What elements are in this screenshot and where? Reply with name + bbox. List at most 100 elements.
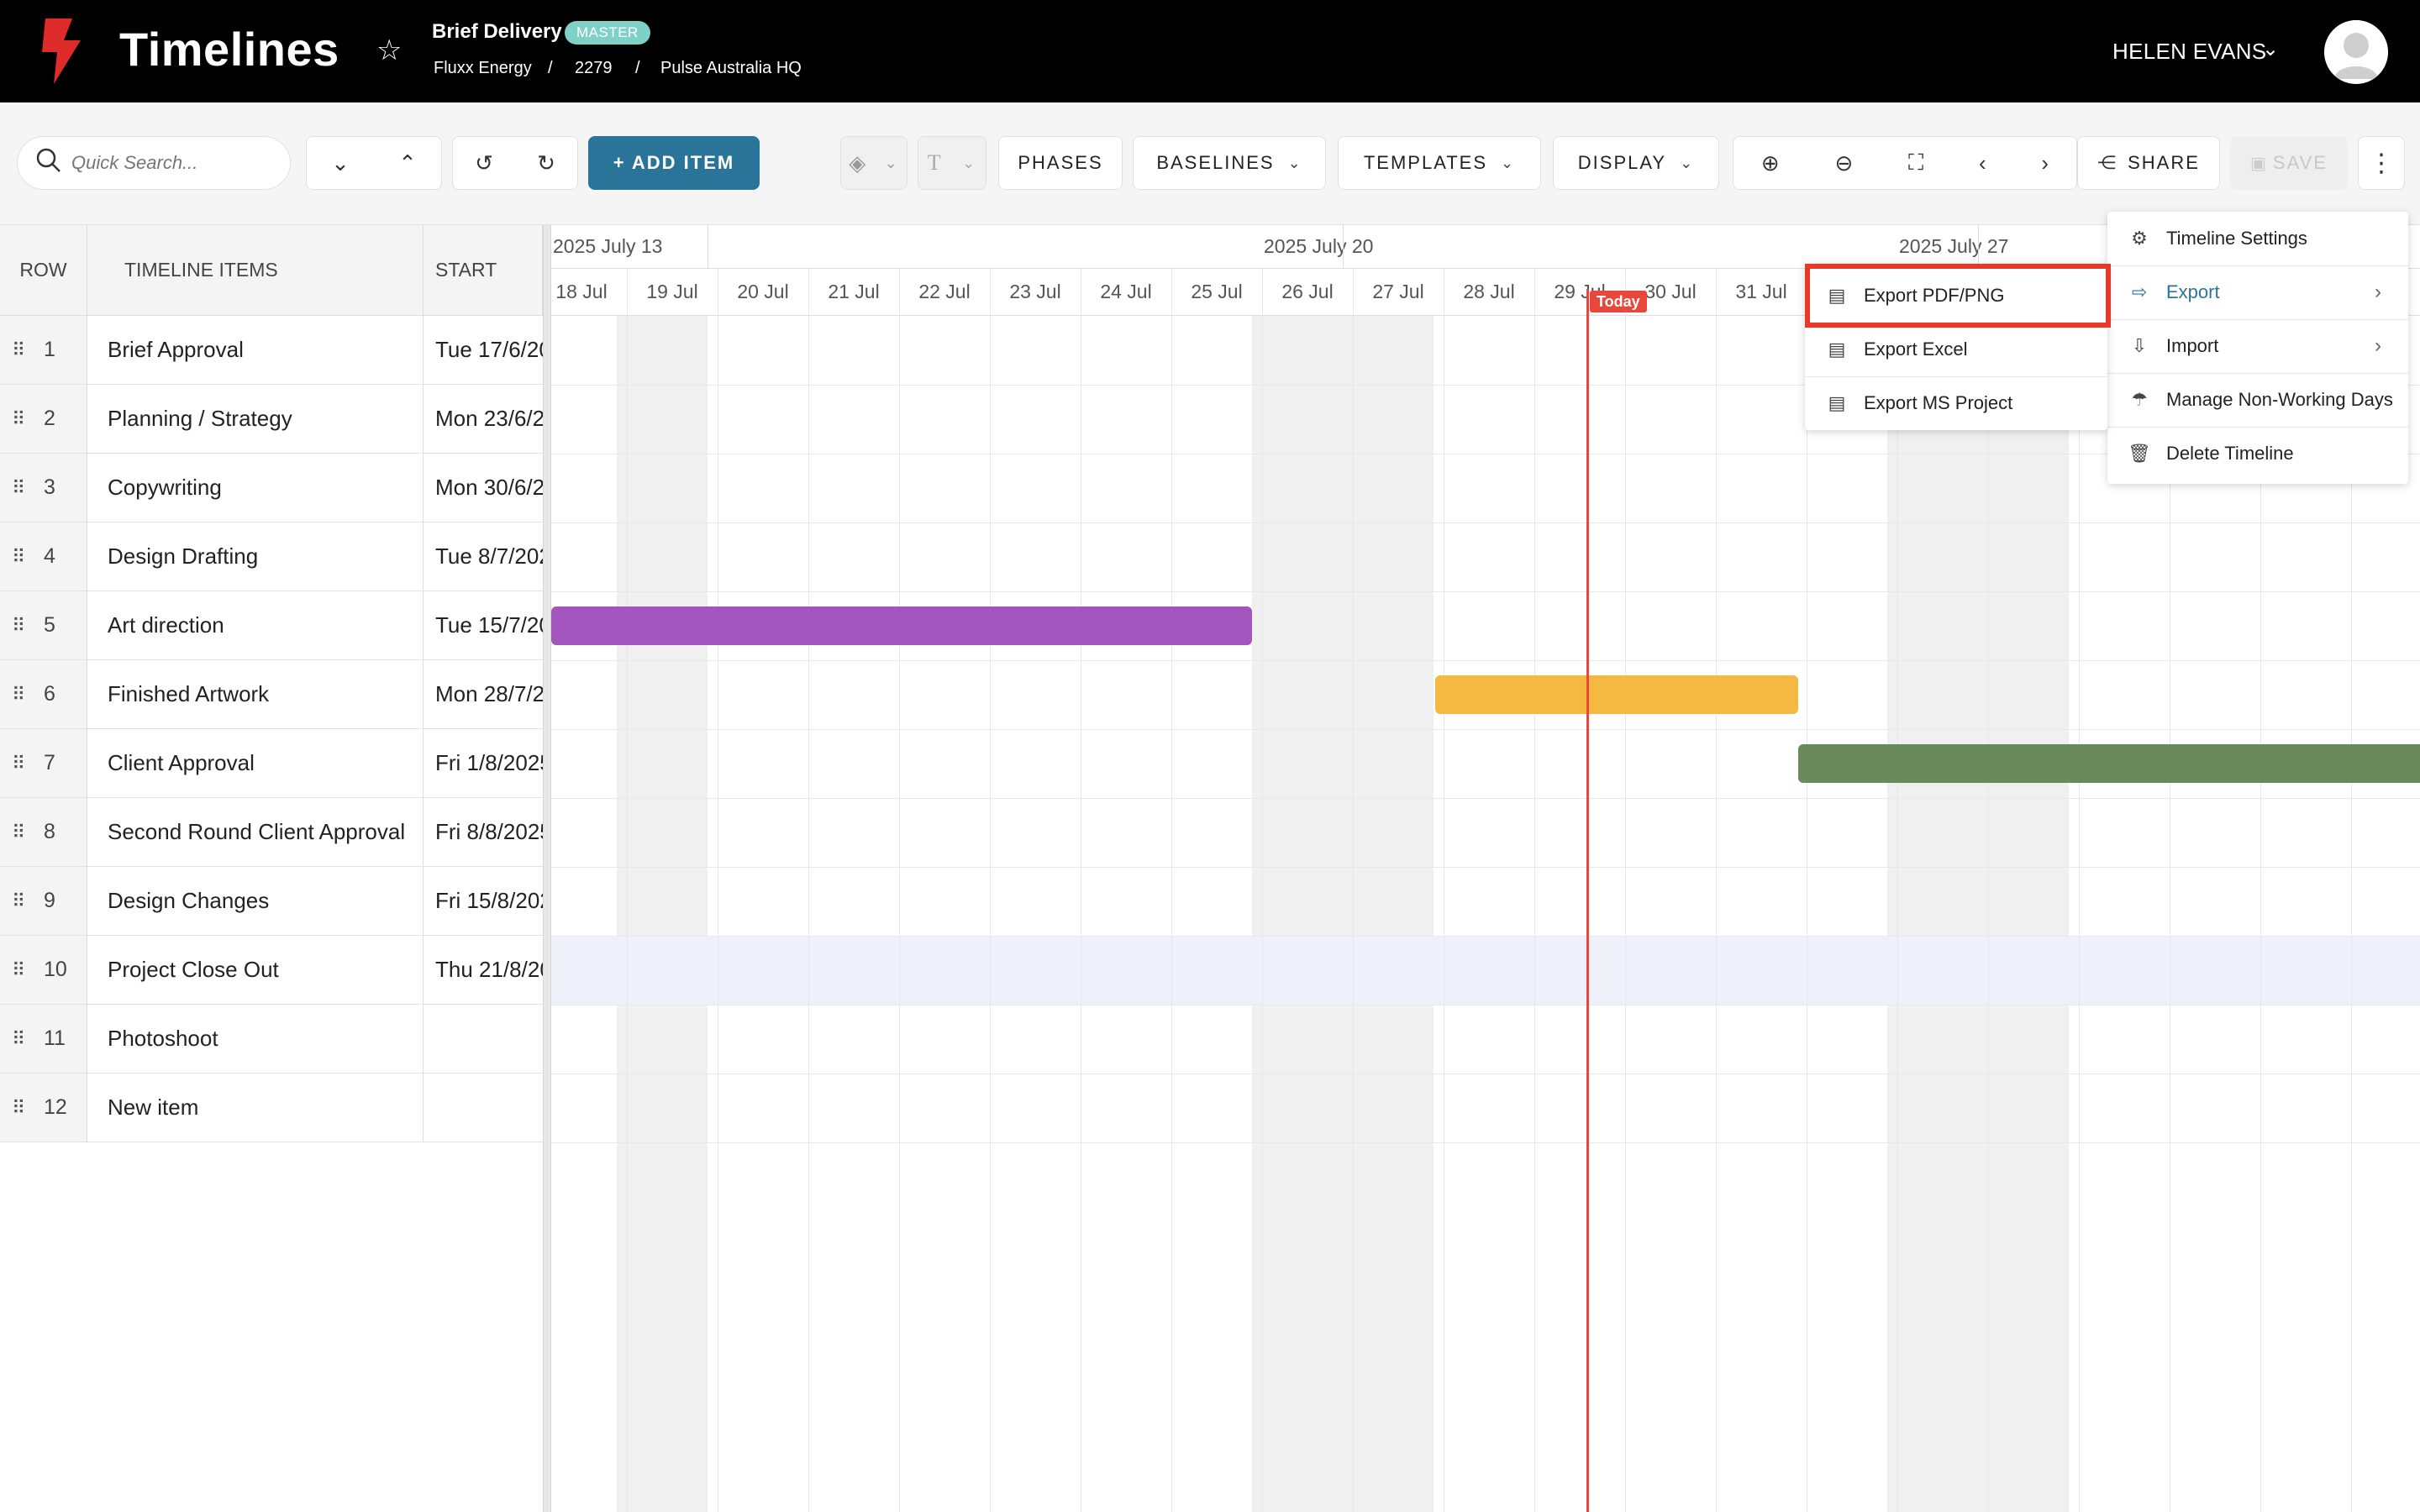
breadcrumb-job[interactable]: 2279	[575, 59, 613, 78]
table-row[interactable]: ⠿2Planning / StrategyMon 23/6/2025	[0, 385, 543, 454]
collapse-all-icon[interactable]: ⌃	[398, 150, 417, 176]
start-date-cell[interactable]: Mon 23/6/2025	[424, 385, 543, 453]
item-name-cell[interactable]: Brief Approval	[87, 316, 424, 384]
breadcrumb-client[interactable]: Fluxx Energy	[434, 59, 532, 78]
drag-handle-icon[interactable]: ⠿	[12, 477, 29, 499]
row-number-cell[interactable]: ⠿ 3	[0, 454, 87, 522]
text-format-button[interactable]: T ⌄	[918, 136, 986, 190]
item-name-cell[interactable]: New item	[87, 1074, 424, 1142]
display-button[interactable]: DISPLAY ⌄	[1553, 136, 1719, 190]
user-menu-name[interactable]: HELEN EVANS	[2112, 39, 2266, 65]
row-number-cell[interactable]: ⠿ 10	[0, 936, 87, 1004]
row-number-cell[interactable]: ⠿ 2	[0, 385, 87, 453]
table-row[interactable]: ⠿ 7 Client Approval Fri 1/8/2025	[0, 729, 543, 798]
row-number-cell[interactable]: ⠿ 6	[0, 660, 87, 728]
templates-button[interactable]: TEMPLATES ⌄	[1338, 136, 1541, 190]
fit-to-screen-icon[interactable]: ⛶	[1908, 150, 1923, 176]
start-date-cell[interactable]: Fri 15/8/2025	[424, 867, 543, 935]
drag-handle-icon[interactable]: ⠿	[12, 1028, 29, 1050]
row-number-cell[interactable]: ⠿ 8	[0, 798, 87, 866]
item-name-cell[interactable]: Photoshoot	[87, 1005, 424, 1073]
row-number-cell[interactable]: ⠿ 5	[0, 591, 87, 659]
table-row[interactable]: ⠿9Design ChangesFri 15/8/2025	[0, 867, 543, 936]
gantt-bar-art-direction[interactable]	[551, 606, 1252, 645]
item-name-cell[interactable]: Project Close Out	[87, 936, 424, 1004]
table-row[interactable]: ⠿ 8 Second Round Client Approval Fri 8/8/20…	[0, 798, 543, 867]
table-row[interactable]: ⠿1Brief ApprovalTue 17/6/2025	[0, 316, 543, 385]
chevron-left-icon[interactable]: ‹	[1979, 150, 1986, 176]
drag-handle-icon[interactable]: ⠿	[12, 339, 29, 361]
zoom-out-icon[interactable]: ⊖	[1834, 150, 1853, 176]
menu-item-delete-timeline[interactable]: 🗑 Delete Timeline	[2107, 427, 2408, 480]
menu-item-manage-non-working-days[interactable]: ☂ Manage Non-Working Days	[2107, 373, 2408, 427]
start-date-cell[interactable]: Mon 28/7/2025	[424, 660, 543, 728]
chevron-down-icon[interactable]: ⌄	[2262, 37, 2279, 61]
share-button[interactable]: ⋲ SHARE	[2077, 136, 2220, 190]
start-date-cell[interactable]: Mon 30/6/2025	[424, 454, 543, 522]
table-row[interactable]: ⠿ 11 Photoshoot	[0, 1005, 543, 1074]
start-date-cell[interactable]: Fri 8/8/2025	[424, 798, 543, 866]
row-number-cell[interactable]: ⠿ 1	[0, 316, 87, 384]
row-number-cell[interactable]: ⠿ 12	[0, 1074, 87, 1142]
more-options-button[interactable]: ⋮	[2358, 136, 2405, 190]
drag-handle-icon[interactable]: ⠿	[12, 615, 29, 637]
start-date-cell[interactable]	[424, 1005, 543, 1073]
expand-all-icon[interactable]: ⌄	[331, 150, 350, 176]
chevron-right-icon[interactable]: ›	[2041, 150, 2049, 176]
start-date-cell[interactable]: Thu 21/8/2025	[424, 936, 543, 1004]
quick-search[interactable]	[17, 136, 291, 190]
phases-button[interactable]: PHASES	[998, 136, 1123, 190]
drag-handle-icon[interactable]: ⠿	[12, 546, 29, 568]
start-date-cell[interactable]: Fri 1/8/2025	[424, 729, 543, 797]
favorite-star-icon[interactable]: ☆	[376, 34, 402, 67]
zoom-in-icon[interactable]: ⊕	[1761, 150, 1780, 176]
start-date-cell[interactable]	[424, 1074, 543, 1142]
item-name-cell[interactable]: Planning / Strategy	[87, 385, 424, 453]
start-date-cell[interactable]: Tue 17/6/2025	[424, 316, 543, 384]
item-name-cell[interactable]: Finished Artwork	[87, 660, 424, 728]
item-name-cell[interactable]: Art direction	[87, 591, 424, 659]
breadcrumb-project[interactable]: Pulse Australia HQ	[660, 59, 802, 78]
row-number-cell[interactable]: ⠿ 11	[0, 1005, 87, 1073]
start-date-cell[interactable]: Tue 15/7/2025	[424, 591, 543, 659]
item-name-cell[interactable]: Second Round Client Approval	[87, 798, 424, 866]
drag-handle-icon[interactable]: ⠿	[12, 1097, 29, 1119]
drag-handle-icon[interactable]: ⠿	[12, 890, 29, 912]
redo-icon[interactable]: ↻	[537, 150, 555, 176]
gantt-bar-finished-artwork[interactable]	[1435, 675, 1798, 714]
table-row[interactable]: ⠿5Art directionTue 15/7/2025	[0, 591, 543, 660]
add-item-button[interactable]: + ADD ITEM	[588, 136, 760, 190]
project-name[interactable]: Brief Delivery	[432, 20, 562, 44]
menu-item-export-ms-project[interactable]: ▤ Export MS Project	[1805, 376, 2107, 430]
row-number-cell[interactable]: ⠿ 9	[0, 867, 87, 935]
item-name-cell[interactable]: Design Changes	[87, 867, 424, 935]
column-header-row[interactable]: ROW	[0, 225, 87, 316]
baselines-button[interactable]: BASELINES ⌄	[1133, 136, 1326, 190]
table-row[interactable]: ⠿ 10 Project Close OutThu 21/8/2025	[0, 936, 543, 1005]
start-date-cell[interactable]: Tue 8/7/2025	[424, 522, 543, 591]
menu-item-export-excel[interactable]: ▤ Export Excel	[1805, 323, 2107, 376]
column-header-start[interactable]: START	[424, 225, 543, 316]
drag-handle-icon[interactable]: ⠿	[12, 959, 29, 981]
item-name-cell[interactable]: Design Drafting	[87, 522, 424, 591]
pane-splitter[interactable]	[543, 225, 551, 1512]
table-row[interactable]: ⠿3CopywritingMon 30/6/2025	[0, 454, 543, 522]
drag-handle-icon[interactable]: ⠿	[12, 753, 29, 774]
table-row[interactable]: ⠿ 12 New item	[0, 1074, 543, 1142]
menu-item-timeline-settings[interactable]: ⚙ Timeline Settings	[2107, 212, 2408, 265]
menu-item-export[interactable]: ⇨ Export ›	[2107, 265, 2408, 319]
gantt-bar-client-approval[interactable]	[1798, 744, 2420, 783]
table-row[interactable]: ⠿6Finished ArtworkMon 28/7/2025	[0, 660, 543, 729]
column-header-timeline-items[interactable]: TIMELINE ITEMS	[87, 225, 424, 316]
search-input[interactable]	[70, 151, 271, 175]
table-row[interactable]: ⠿4Design DraftingTue 8/7/2025	[0, 522, 543, 591]
item-name-cell[interactable]: Client Approval	[87, 729, 424, 797]
row-number-cell[interactable]: ⠿ 7	[0, 729, 87, 797]
item-name-cell[interactable]: Copywriting	[87, 454, 424, 522]
fill-color-button[interactable]: ◈ ⌄	[840, 136, 908, 190]
avatar[interactable]	[2324, 20, 2388, 84]
save-button[interactable]: ▣ SAVE	[2230, 136, 2348, 190]
drag-handle-icon[interactable]: ⠿	[12, 684, 29, 706]
menu-item-import[interactable]: ⇩ Import ›	[2107, 319, 2408, 373]
app-logo-icon[interactable]	[39, 18, 84, 84]
